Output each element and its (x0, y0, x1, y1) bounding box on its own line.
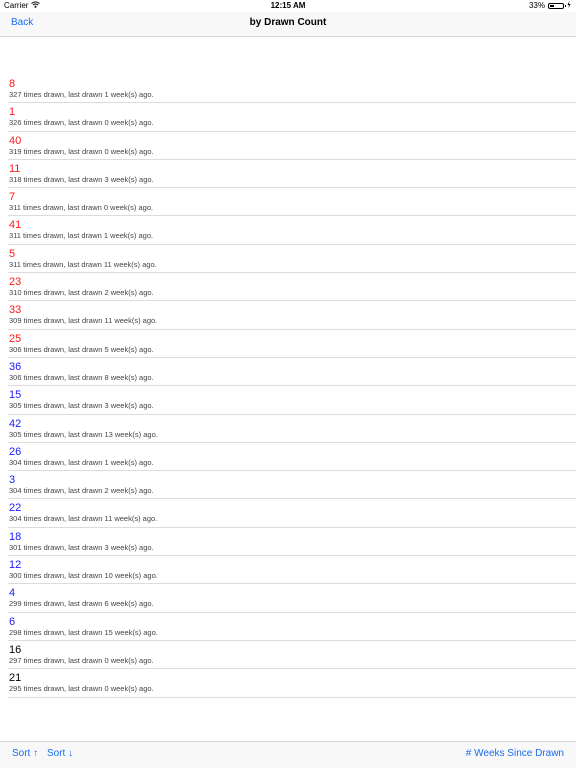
list-item[interactable]: 18 301 times drawn, last drawn 3 week(s) … (8, 528, 576, 557)
draw-stats: 300 times drawn, last drawn 10 week(s) a… (9, 571, 158, 581)
list-item[interactable]: 33 309 times drawn, last drawn 11 week(s)… (8, 301, 576, 330)
ball-number: 36 (9, 360, 22, 373)
draw-stats: 327 times drawn, last drawn 1 week(s) ag… (9, 90, 154, 99)
ball-number: 21 (9, 672, 22, 685)
status-time: 12:15 AM (270, 1, 306, 10)
ball-number: 41 (9, 219, 22, 232)
bottom-toolbar: Sort ↑ Sort ↓ # Weeks Since Drawn (0, 741, 576, 768)
draw-stats: 319 times drawn, last drawn 0 week(s) ag… (9, 146, 154, 156)
ball-number: 5 (9, 247, 16, 260)
draw-stats: 305 times drawn, last drawn 13 week(s) a… (9, 429, 158, 439)
draw-stats: 299 times drawn, last drawn 6 week(s) ag… (9, 599, 154, 609)
draw-stats: 311 times drawn, last drawn 0 week(s) ag… (9, 203, 154, 213)
sort-descending-button[interactable]: Sort ↓ (47, 748, 73, 759)
list-item[interactable]: 41 311 times drawn, last drawn 1 week(s) … (8, 216, 576, 245)
ball-number: 40 (9, 134, 22, 147)
list-item[interactable]: 25 306 times drawn, last drawn 5 week(s) … (8, 330, 576, 358)
draw-stats: 310 times drawn, last drawn 2 week(s) ag… (9, 288, 154, 298)
ball-number: 23 (9, 276, 22, 289)
list-item[interactable]: 15 305 times drawn, last drawn 3 week(s) … (8, 386, 576, 415)
ball-number: 7 (9, 191, 16, 204)
draw-stats: 304 times drawn, last drawn 1 week(s) ag… (9, 457, 154, 467)
list-item[interactable]: 21 295 times drawn, last drawn 0 week(s) … (8, 669, 576, 698)
ball-number: 8 (9, 78, 16, 90)
ball-number: 12 (9, 559, 22, 572)
list-item[interactable]: 16 297 times drawn, last drawn 0 week(s) … (8, 641, 576, 670)
weeks-since-drawn-button[interactable]: # Weeks Since Drawn (466, 748, 564, 759)
battery-icon (548, 3, 566, 9)
ball-number: 11 (9, 162, 21, 175)
list-item[interactable]: 6 298 times drawn, last drawn 15 week(s) … (8, 613, 576, 641)
ball-number: 16 (9, 643, 22, 656)
ball-number: 1 (9, 106, 16, 119)
draw-stats: 326 times drawn, last drawn 0 week(s) ag… (9, 118, 154, 128)
ball-number: 6 (9, 615, 16, 628)
draw-stats: 301 times drawn, last drawn 3 week(s) ag… (9, 542, 154, 552)
list-item[interactable]: 3 304 times drawn, last drawn 2 week(s) a… (8, 471, 576, 500)
list-item[interactable]: 12 300 times drawn, last drawn 10 week(s)… (8, 556, 576, 585)
ball-number: 22 (9, 502, 22, 515)
draw-stats: 305 times drawn, last drawn 3 week(s) ag… (9, 401, 154, 411)
navigation-bar: Back by Drawn Count (0, 12, 576, 37)
ball-number: 42 (9, 417, 22, 430)
status-right: 33% (529, 0, 571, 12)
draw-stats: 318 times drawn, last drawn 3 week(s) ag… (9, 174, 154, 184)
list-item[interactable]: 36 306 times drawn, last drawn 8 week(s) … (8, 358, 576, 387)
draw-stats: 304 times drawn, last drawn 11 week(s) a… (9, 514, 158, 524)
list-item[interactable]: 40 319 times drawn, last drawn 0 week(s) … (8, 132, 576, 160)
list-item[interactable]: 7 311 times drawn, last drawn 0 week(s) a… (8, 188, 576, 217)
list-item[interactable]: 4 299 times drawn, last drawn 6 week(s) a… (8, 584, 576, 613)
battery-fill (550, 5, 554, 7)
draw-stats: 309 times drawn, last drawn 11 week(s) a… (9, 316, 158, 326)
battery-percent: 33% (528, 1, 545, 10)
draw-stats: 311 times drawn, last drawn 1 week(s) ag… (9, 231, 154, 241)
draw-stats: 304 times drawn, last drawn 2 week(s) ag… (9, 486, 154, 496)
list-item[interactable]: 8 327 times drawn, last drawn 1 week(s) a… (8, 75, 576, 104)
list-item[interactable]: 1 326 times drawn, last drawn 0 week(s) a… (8, 103, 576, 132)
ball-number: 3 (9, 474, 16, 487)
list-item[interactable]: 26 304 times drawn, last drawn 1 week(s) … (8, 443, 576, 472)
draw-stats: 298 times drawn, last drawn 15 week(s) a… (9, 627, 158, 637)
drawn-count-list[interactable]: 8 327 times drawn, last drawn 1 week(s) a… (0, 75, 576, 698)
draw-stats: 306 times drawn, last drawn 8 week(s) ag… (9, 372, 154, 382)
ball-number: 4 (9, 587, 16, 600)
sort-ascending-button[interactable]: Sort ↑ (12, 748, 38, 759)
ball-number: 15 (9, 389, 22, 402)
ball-number: 26 (9, 445, 22, 458)
list-item[interactable]: 22 304 times drawn, last drawn 11 week(s)… (8, 499, 576, 528)
draw-stats: 297 times drawn, last drawn 0 week(s) ag… (9, 655, 154, 665)
list-item[interactable]: 5 311 times drawn, last drawn 11 week(s) … (8, 245, 576, 274)
page-title: by Drawn Count (249, 17, 327, 28)
ball-number: 18 (9, 530, 22, 543)
list-item[interactable]: 23 310 times drawn, last drawn 2 week(s) … (8, 273, 576, 302)
status-bar: Carrier 12:15 AM 33% (0, 0, 576, 12)
ball-number: 25 (9, 332, 22, 345)
draw-stats: 311 times drawn, last drawn 11 week(s) a… (9, 259, 157, 269)
draw-stats: 295 times drawn, last drawn 0 week(s) ag… (9, 684, 154, 694)
ball-number: 33 (9, 304, 22, 317)
list-item[interactable]: 11 318 times drawn, last drawn 3 week(s) … (8, 160, 576, 189)
draw-stats: 306 times drawn, last drawn 5 week(s) ag… (9, 344, 154, 354)
list-item[interactable]: 42 305 times drawn, last drawn 13 week(s)… (8, 415, 576, 443)
charging-icon (567, 0, 571, 12)
